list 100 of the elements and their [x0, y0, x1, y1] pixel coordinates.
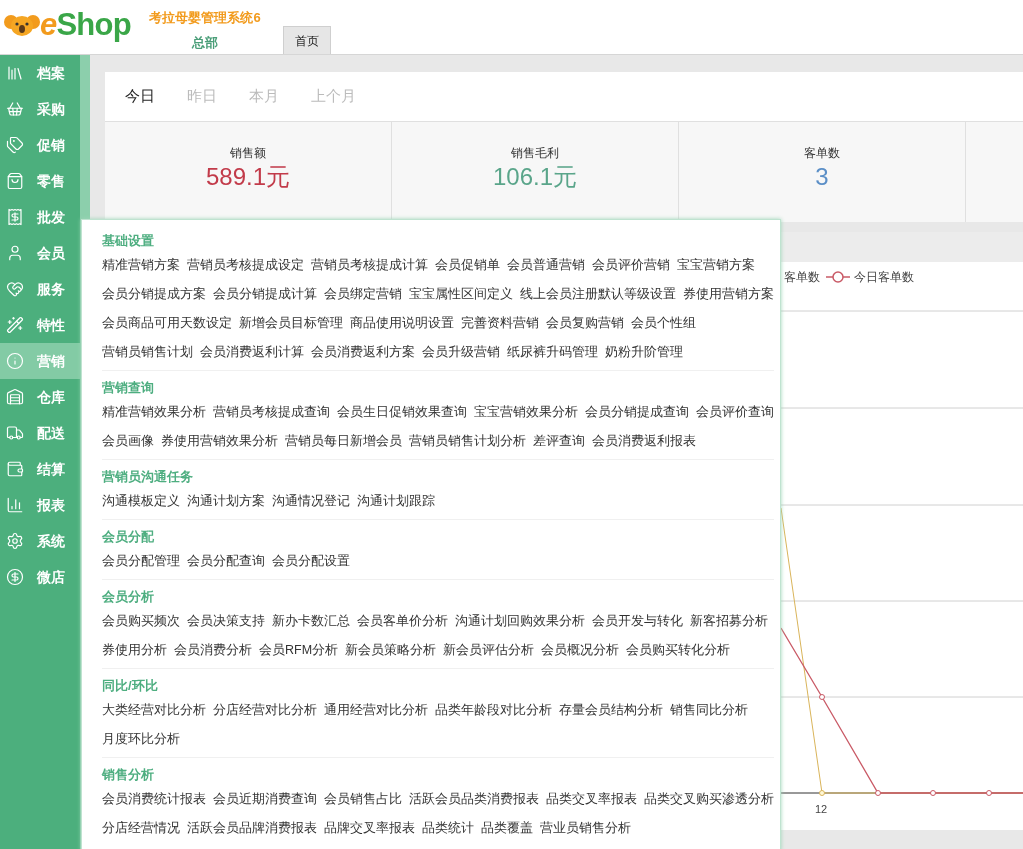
legend-label: 客单数 [784, 269, 820, 286]
menu-link[interactable]: 会员升级营销 [422, 343, 500, 362]
menu-link[interactable]: 会员消费返利方案 [311, 343, 415, 362]
menu-link[interactable]: 品类交叉购买渗透分析 [644, 790, 774, 809]
menu-link[interactable]: 券使用营销效果分析 [161, 432, 278, 451]
menu-link[interactable]: 品类交叉率报表 [546, 790, 637, 809]
menu-link[interactable]: 销售同比分析 [670, 701, 748, 720]
binders-icon [6, 64, 24, 82]
menu-section-title: 营销员沟通任务 [102, 468, 194, 486]
menu-link[interactable]: 通用经营对比分析 [324, 701, 428, 720]
menu-link[interactable]: 分店经营对比分析 [213, 701, 317, 720]
menu-link[interactable]: 会员消费返利报表 [592, 432, 696, 451]
menu-link[interactable]: 活跃会员品牌消费报表 [187, 819, 317, 838]
menu-link[interactable]: 会员消费分析 [174, 641, 252, 660]
menu-link[interactable]: 券使用分析 [102, 641, 167, 660]
menu-link[interactable]: 线上会员注册默认等级设置 [520, 285, 676, 304]
bag-icon [6, 172, 24, 190]
bar-chart-icon [6, 496, 24, 514]
menu-link[interactable]: 会员消费返利计算 [200, 343, 304, 362]
menu-link[interactable]: 纸尿裤升码管理 [507, 343, 598, 362]
menu-link[interactable]: 品类覆盖 [481, 819, 533, 838]
menu-link[interactable]: 存量会员结构分析 [559, 701, 663, 720]
axis-tick-label: 12 [815, 804, 829, 815]
menu-link[interactable]: 新会员策略分析 [345, 641, 437, 660]
menu-link[interactable]: 营销员考核提成计算 [311, 256, 428, 275]
menu-link[interactable]: 精准营销方案 [102, 256, 180, 275]
menu-link[interactable]: 会员促销单 [435, 256, 500, 275]
menu-link[interactable]: 营销员销售计划分析 [409, 432, 526, 451]
menu-link[interactable]: 会员消费统计报表 [102, 790, 206, 809]
menu-link[interactable]: 会员生日促销效果查询 [337, 403, 467, 422]
warehouse-icon [6, 388, 24, 406]
menu-link[interactable]: 沟通计划方案 [187, 492, 265, 511]
user-icon [6, 244, 24, 262]
menu-link[interactable]: 会员概况分析 [541, 641, 620, 660]
menu-link[interactable]: 会员客单价分析 [357, 612, 448, 631]
menu-link[interactable]: 差评查询 [533, 432, 585, 451]
data-point [930, 790, 936, 796]
menu-link[interactable]: 会员普通营销 [507, 256, 585, 275]
data-point [819, 790, 825, 796]
menu-link[interactable]: 大类经营对比分析 [102, 701, 206, 720]
data-point [875, 790, 881, 796]
stat-label: 销售额 [230, 145, 266, 162]
data-point [819, 694, 825, 700]
menu-link[interactable]: 营销员考核提成查询 [213, 403, 330, 422]
menu-link[interactable]: 品类年龄段对比分析 [435, 701, 552, 720]
menu-link[interactable]: 沟通情况登记 [272, 492, 350, 511]
menu-link[interactable]: 营销员考核提成设定 [187, 256, 304, 275]
menu-link[interactable]: 会员绑定营销 [324, 285, 402, 304]
stat-value: 589.1元 [205, 162, 291, 192]
menu-link[interactable]: 月度环比分析 [102, 730, 180, 749]
menu-link[interactable]: 会员评价查询 [696, 403, 774, 422]
menu-link[interactable]: 会员开发与转化 [592, 612, 683, 631]
menu-link[interactable]: 新客招募分析 [690, 612, 768, 631]
menu-link[interactable]: 品类统计 [422, 819, 474, 838]
menu-link[interactable]: 会员购买转化分析 [626, 641, 731, 660]
menu-link[interactable]: 营销员每日新增会员 [285, 432, 402, 451]
menu-link[interactable]: 新会员评估分析 [443, 641, 535, 660]
menu-link[interactable]: 会员分销提成计算 [213, 285, 317, 304]
page-tab[interactable]: 首页 [283, 26, 331, 54]
menu-link[interactable]: 会员评价营销 [592, 256, 670, 275]
menu-link[interactable]: 会员商品可用天数设定 [102, 314, 232, 333]
menu-section-title: 同比/环比 [102, 677, 159, 695]
menu-link[interactable]: 营销员销售计划 [102, 343, 193, 362]
menu-link[interactable]: 会员近期消费查询 [213, 790, 317, 809]
basket-icon [6, 100, 24, 118]
logo-text: eShop [40, 9, 131, 40]
menu-section-title: 基础设置 [102, 232, 155, 250]
menu-link[interactable]: 营业员销售分析 [540, 819, 631, 838]
menu-link[interactable]: 宝宝属性区间定义 [409, 285, 513, 304]
menu-link[interactable]: 沟通计划回购效果分析 [455, 612, 585, 631]
menu-link[interactable]: 活跃会员品类消费报表 [409, 790, 539, 809]
wallet-icon [6, 460, 24, 478]
menu-link[interactable]: 会员分配管理 [102, 552, 180, 571]
menu-link[interactable]: 会员分配设置 [272, 552, 350, 571]
menu-link[interactable]: 会员复购营销 [546, 314, 624, 333]
menu-link[interactable]: 完善资料营销 [461, 314, 539, 333]
menu-link[interactable]: 宝宝营销效果分析 [474, 403, 578, 422]
menu-link[interactable]: 沟通模板定义 [102, 492, 180, 511]
menu-link[interactable]: 会员分销提成查询 [585, 403, 689, 422]
menu-link[interactable]: 会员购买频次 [102, 612, 180, 631]
coin-icon [6, 568, 24, 586]
menu-link[interactable]: 品牌交叉率报表 [324, 819, 415, 838]
menu-link[interactable]: 沟通计划跟踪 [357, 492, 435, 511]
menu-link[interactable]: 分店经营情况 [102, 819, 180, 838]
menu-link[interactable]: 精准营销效果分析 [102, 403, 206, 422]
menu-link[interactable]: 会员决策支持 [187, 612, 265, 631]
menu-link[interactable]: 新办卡数汇总 [272, 612, 350, 631]
menu-link[interactable]: 商品使用说明设置 [350, 314, 454, 333]
menu-link[interactable]: 新增会员目标管理 [239, 314, 343, 333]
menu-link[interactable]: 会员分销提成方案 [102, 285, 206, 304]
truck-icon [6, 424, 24, 442]
menu-link[interactable]: 会员分配查询 [187, 552, 265, 571]
menu-link[interactable]: 券使用营销方案 [683, 285, 774, 304]
menu-link[interactable]: 宝宝营销方案 [677, 256, 755, 275]
period-tab[interactable]: 今日 [125, 85, 155, 108]
menu-link[interactable]: 会员RFM分析 [259, 641, 339, 660]
menu-link[interactable]: 会员画像 [102, 432, 154, 451]
menu-link[interactable]: 会员个性组 [631, 314, 696, 333]
menu-link[interactable]: 奶粉升阶管理 [605, 343, 683, 362]
menu-link[interactable]: 会员销售占比 [324, 790, 402, 809]
